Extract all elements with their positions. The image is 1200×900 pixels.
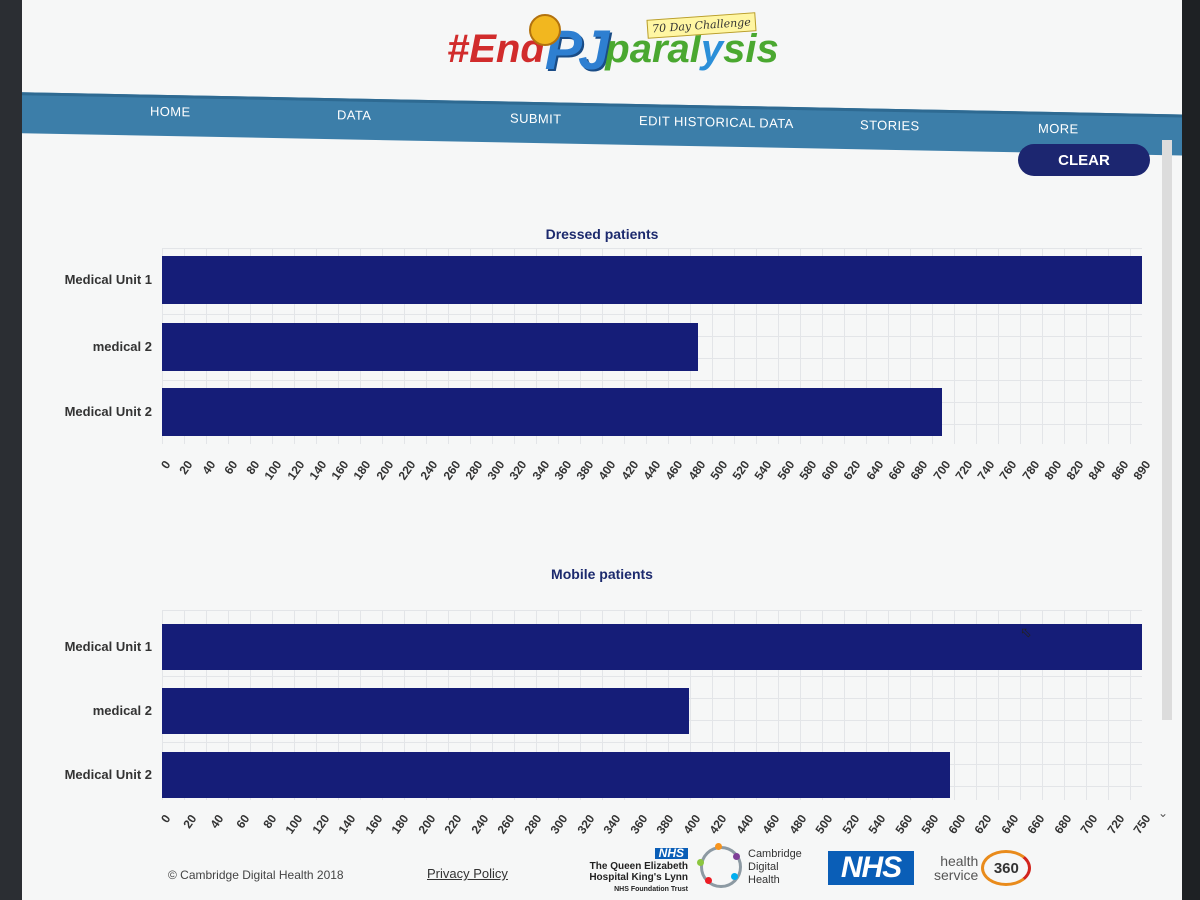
x-tick-label: 160 (362, 812, 386, 837)
chart-title: Mobile patients (551, 566, 653, 582)
x-tick-label: 640 (998, 812, 1022, 837)
x-tick-label: 540 (865, 812, 889, 837)
chart-title: Dressed patients (545, 226, 659, 242)
x-tick-label: 460 (759, 812, 783, 837)
bar[interactable] (162, 256, 1142, 304)
x-tick-label: 60 (233, 812, 253, 831)
mouse-pointer-icon: ⬁ (1020, 624, 1032, 640)
x-tick-label: 620 (971, 812, 995, 837)
network-icon (697, 843, 742, 888)
nav-home[interactable]: HOME (150, 104, 191, 120)
nav-edit-historical-data[interactable]: EDIT HISTORICAL DATA (639, 113, 794, 131)
x-tick-label: 120 (309, 812, 333, 837)
qe-line3: NHS Foundation Trust (614, 886, 688, 893)
x-tick-label: 220 (441, 812, 465, 837)
category-label: medical 2 (92, 339, 152, 354)
main-nav: HOME DATA SUBMIT EDIT HISTORICAL DATA ST… (22, 92, 1182, 156)
x-tick-label: 100 (282, 812, 306, 837)
qe-line1: The Queen Elizabeth (589, 861, 688, 872)
x-tick-label: 180 (388, 812, 412, 837)
browser-viewport: #End PJ paralysis 70 Day Challenge HOME … (22, 0, 1182, 900)
bar[interactable] (162, 752, 950, 798)
x-tick-label: 320 (574, 812, 598, 837)
nav-submit[interactable]: SUBMIT (510, 111, 562, 127)
nhs-small-logo: NHS (654, 847, 688, 859)
monitor-bezel (1182, 0, 1200, 900)
x-tick-label: 700 (1077, 812, 1101, 837)
x-tick-label: 300 (547, 812, 571, 837)
x-tick-label: 140 (335, 812, 359, 837)
x-tick-label: 720 (1104, 812, 1127, 837)
category-label: medical 2 (92, 703, 152, 718)
x-tick-label: 480 (786, 812, 810, 837)
x-tick-label: 80 (260, 812, 280, 831)
category-label: Medical Unit 2 (64, 404, 152, 419)
x-tick-label: 240 (468, 812, 492, 837)
bar[interactable] (162, 688, 689, 734)
endpjparalysis-logo[interactable]: #End PJ paralysis 70 Day Challenge (447, 12, 779, 87)
x-tick-label: 500 (812, 812, 836, 837)
x-tick-label: 580 (918, 812, 942, 837)
x-tick-label: 440 (733, 812, 757, 837)
category-label: Medical Unit 1 (64, 639, 152, 654)
bar[interactable] (162, 624, 1142, 670)
cambridge-digital-health-logo[interactable]: Cambridge Digital Health (697, 843, 802, 888)
x-tick-label: 360 (627, 812, 651, 837)
health-service-360-logo[interactable]: health service 360 (934, 850, 1032, 886)
x-tick-label: 400 (680, 812, 704, 837)
bar[interactable] (162, 323, 699, 371)
x-tick-label: 40 (207, 812, 227, 831)
h360-badge: 360 (981, 850, 1032, 886)
category-label: Medical Unit 2 (64, 767, 152, 782)
x-tick-label: 680 (1051, 812, 1074, 837)
privacy-policy-link[interactable]: Privacy Policy (427, 866, 508, 881)
nav-more[interactable]: MORE (1038, 121, 1079, 137)
h360-line2: service (934, 867, 979, 883)
x-tick-label: 200 (415, 812, 439, 837)
x-tick-label: 0 (158, 812, 174, 826)
x-tick-label: 340 (600, 812, 624, 837)
x-tick-label: 660 (1024, 812, 1048, 837)
footer-copyright: © Cambridge Digital Health 2018 (168, 868, 344, 882)
nav-stories[interactable]: STORIES (860, 117, 920, 133)
cdh-line3: Health (748, 873, 780, 886)
qe-line2: Hospital King's Lynn (589, 872, 688, 883)
bar[interactable] (162, 388, 942, 436)
x-tick-label: 600 (945, 812, 969, 837)
qe-hospital-logo[interactable]: NHS The Queen Elizabeth Hospital King's … (578, 847, 688, 895)
x-tick-label: 750 (1130, 812, 1154, 837)
x-tick-label: 280 (521, 812, 545, 837)
chevron-down-icon[interactable]: ⌄ (1158, 806, 1168, 820)
alarm-clock-icon (529, 14, 561, 46)
cdh-line1: Cambridge (748, 847, 802, 860)
x-tick-label: 420 (706, 812, 730, 837)
x-tick-label: 20 (180, 812, 200, 831)
page-scrollbar[interactable] (1162, 140, 1172, 720)
x-tick-label: 380 (653, 812, 677, 837)
category-label: Medical Unit 1 (64, 272, 152, 287)
clear-button[interactable]: CLEAR (1018, 144, 1150, 176)
cdh-line2: Digital (748, 860, 779, 873)
x-tick-label: 520 (839, 812, 863, 837)
nhs-logo[interactable]: NHS (828, 851, 914, 885)
x-tick-label: 260 (494, 812, 518, 837)
x-tick-label: 560 (892, 812, 916, 837)
nav-data[interactable]: DATA (337, 107, 371, 123)
